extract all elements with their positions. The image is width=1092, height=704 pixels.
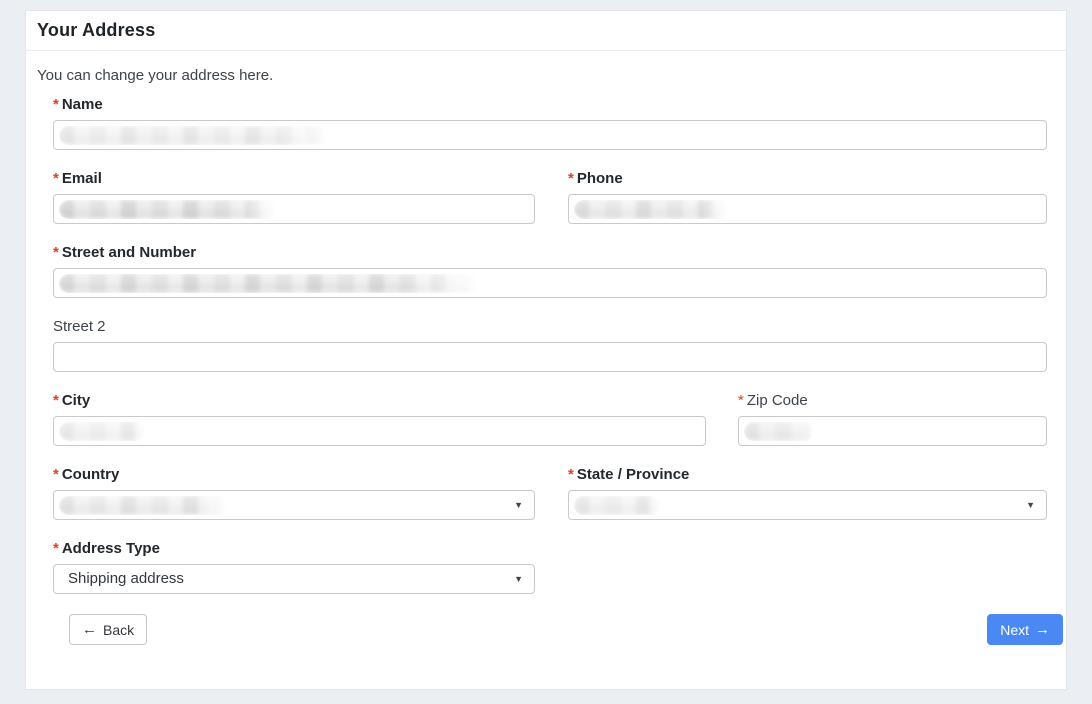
address-form-card: Your Address You can change your address… [25, 10, 1067, 690]
next-button-label: Next [1000, 622, 1029, 638]
page-title: Your Address [37, 20, 1045, 40]
country-select[interactable]: ▼ [53, 490, 535, 520]
next-button[interactable]: Next → [987, 614, 1063, 645]
email-label: *Email [53, 170, 535, 187]
state-label: *State / Province [568, 466, 1047, 483]
address-form: *Name *Email *Phone [53, 96, 1047, 645]
street-label: *Street and Number [53, 244, 1047, 261]
state-select[interactable]: ▼ [568, 490, 1047, 520]
redacted-value [59, 200, 277, 219]
required-asterisk: * [568, 170, 574, 187]
phone-input[interactable] [568, 194, 1047, 224]
form-actions: ← Back Next → [69, 614, 1063, 645]
phone-label: *Phone [568, 170, 1047, 187]
field-state: *State / Province ▼ [568, 466, 1047, 520]
redacted-value [744, 422, 814, 441]
field-name: *Name [53, 96, 1047, 150]
dropdown-arrow-icon: ▼ [514, 501, 525, 510]
field-zip: *Zip Code [738, 392, 1047, 446]
street2-label: Street 2 [53, 318, 1047, 335]
required-asterisk: * [53, 540, 59, 557]
address-type-select[interactable]: Shipping address ▼ [53, 564, 535, 594]
zip-label: *Zip Code [738, 392, 1047, 409]
field-city: *City [53, 392, 706, 446]
city-input[interactable] [53, 416, 706, 446]
dropdown-arrow-icon: ▼ [1026, 501, 1037, 510]
card-header: Your Address [26, 11, 1066, 51]
field-address-type: *Address Type Shipping address ▼ [53, 540, 535, 594]
required-asterisk: * [53, 466, 59, 483]
redacted-value [574, 496, 662, 515]
email-input[interactable] [53, 194, 535, 224]
street2-input[interactable] [53, 342, 1047, 372]
field-phone: *Phone [568, 170, 1047, 224]
field-street: *Street and Number [53, 244, 1047, 298]
redacted-value [59, 422, 147, 441]
form-description: You can change your address here. [37, 67, 1045, 84]
city-label: *City [53, 392, 706, 409]
field-country: *Country ▼ [53, 466, 535, 520]
arrow-left-icon: ← [82, 621, 97, 638]
back-button-label: Back [103, 622, 134, 638]
dropdown-arrow-icon: ▼ [514, 575, 525, 584]
redacted-value [59, 496, 227, 515]
field-email: *Email [53, 170, 535, 224]
arrow-right-icon: → [1035, 621, 1050, 638]
street-input[interactable] [53, 268, 1047, 298]
required-asterisk: * [53, 170, 59, 187]
required-asterisk: * [738, 392, 744, 409]
zip-input[interactable] [738, 416, 1047, 446]
back-button[interactable]: ← Back [69, 614, 147, 645]
required-asterisk: * [53, 392, 59, 409]
redacted-value [574, 200, 729, 219]
required-asterisk: * [568, 466, 574, 483]
redacted-value [59, 274, 479, 293]
required-asterisk: * [53, 244, 59, 261]
country-label: *Country [53, 466, 535, 483]
card-body: You can change your address here. *Name … [26, 51, 1066, 645]
name-input[interactable] [53, 120, 1047, 150]
address-type-value: Shipping address [59, 565, 184, 593]
field-street2: Street 2 [53, 318, 1047, 372]
redacted-value [59, 126, 331, 145]
name-label: *Name [53, 96, 1047, 113]
address-type-label: *Address Type [53, 540, 535, 557]
required-asterisk: * [53, 96, 59, 113]
